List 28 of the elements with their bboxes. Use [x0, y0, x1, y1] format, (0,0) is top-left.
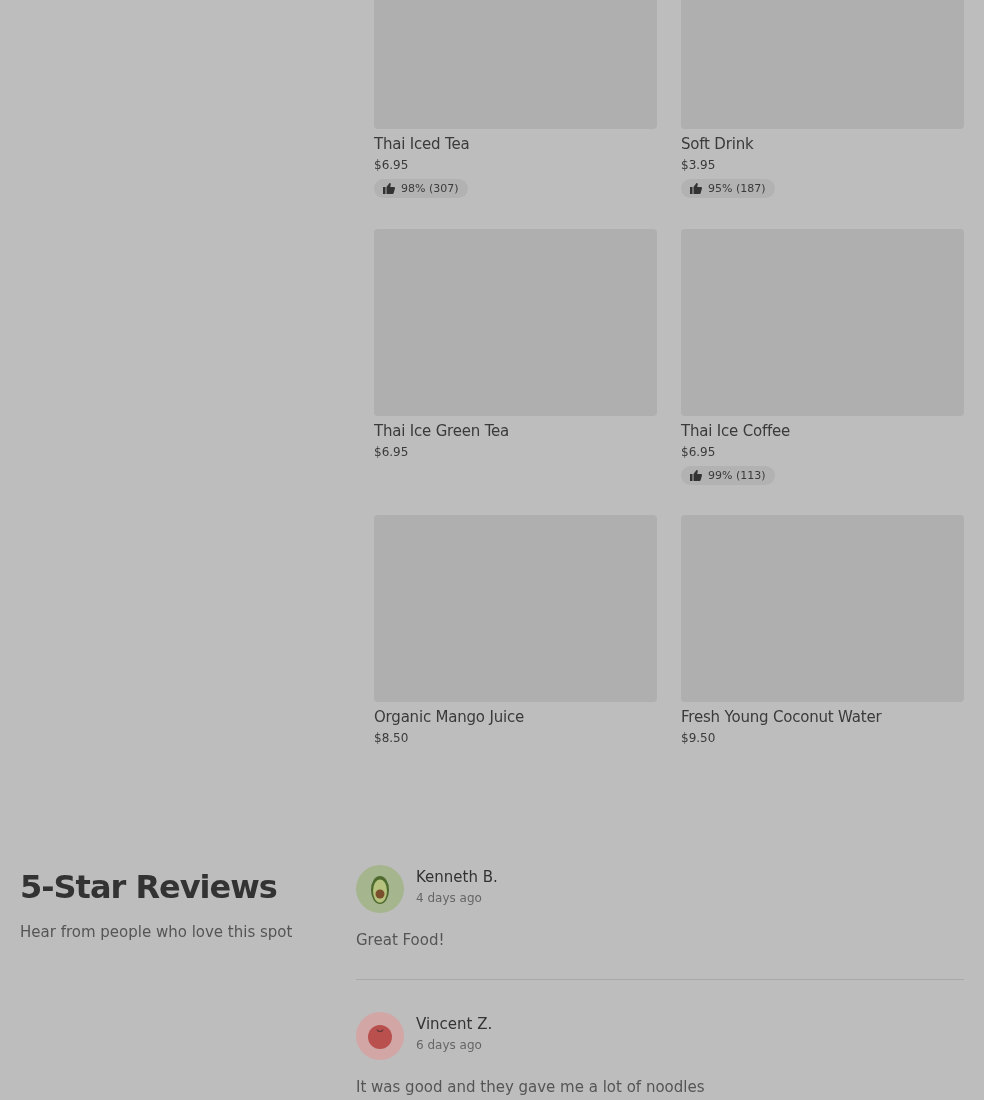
item-name: Fresh Young Coconut Water	[681, 708, 883, 726]
thumbs-up-icon	[383, 183, 395, 194]
item-price: $6.95	[681, 444, 717, 460]
review-time: 6 days ago	[416, 1038, 483, 1052]
item-name: Thai Ice Green Tea	[374, 422, 511, 440]
tomato-avatar	[356, 1012, 404, 1060]
item-price: $9.50	[681, 730, 717, 746]
rating-text: 98% (307)	[401, 182, 459, 195]
section-subtitle: Hear from people who love this spot	[20, 923, 294, 941]
reviewer-name: Vincent Z.	[416, 1014, 493, 1034]
review-text: It was good and they gave me a lot of noodles	[356, 1078, 706, 1096]
item-name: Thai Ice Coffee	[681, 422, 792, 440]
item-name: Organic Mango Juice	[374, 708, 525, 726]
item-name: Soft Drink	[681, 135, 755, 153]
rating-text: 99% (113)	[708, 469, 766, 482]
item-name: Thai Iced Tea	[374, 135, 471, 153]
review-time: 4 days ago	[416, 891, 483, 905]
item-price: $6.95	[374, 444, 410, 460]
review-text: Great Food!	[356, 931, 446, 949]
rating-text: 95% (187)	[708, 182, 766, 195]
item-price: $8.50	[374, 730, 410, 746]
item-price: $3.95	[681, 157, 717, 173]
item-price: $6.95	[374, 157, 410, 173]
thumbs-up-icon	[690, 470, 702, 481]
section-title: 5-Star Reviews	[20, 867, 278, 908]
thumbs-up-icon	[690, 183, 702, 194]
reviewer-name: Kenneth B.	[416, 867, 498, 887]
avocado-avatar	[356, 865, 404, 913]
